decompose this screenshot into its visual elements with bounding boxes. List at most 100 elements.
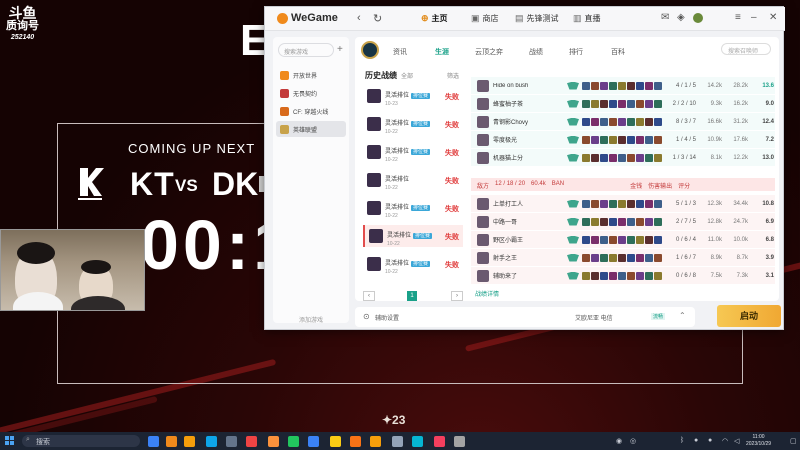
tab-rank[interactable]: 排行 [569,47,583,57]
avatar[interactable] [693,13,703,23]
player-row[interactable]: 机器猫上分 1 / 3 / 14 8.1k 12.2k 13.0 [471,149,775,166]
item-icon [609,217,617,226]
enemy-ban: BAN [551,181,565,187]
item-icon [609,253,617,262]
current-page[interactable]: 1 [407,291,417,301]
taskbar-app-icon[interactable] [166,436,177,447]
player-row[interactable]: 射手之王 1 / 6 / 7 8.9k 8.7k 3.9 [471,249,775,266]
player-row[interactable]: Hide on bush 4 / 1 / 5 14.2k 28.2k 13.6 [471,77,775,94]
history-row-mode: 灵活排位 [385,93,410,100]
sidebar-item-0[interactable]: 开放世界 [276,67,346,83]
player-row[interactable]: 中路一哥 2 / 7 / 5 12.8k 24.7k 6.9 [471,213,775,230]
match-detail-link[interactable]: 战绩详情 [475,289,499,298]
logo-line1: 斗鱼 [8,5,37,21]
player-row[interactable]: 零度极光 1 / 4 / 5 10.9k 17.6k 7.2 [471,131,775,148]
assist-icon[interactable]: ⊙ [363,312,370,321]
history-row-time: 10-22 [387,241,400,248]
tray-app-icon[interactable]: ● [708,437,712,444]
taskbar-clock[interactable]: 11:00 2023/10/29 [746,434,771,448]
taskbar-app-icon[interactable] [454,436,465,447]
wegame-brand[interactable]: WeGame [277,12,338,24]
player-row[interactable]: 青钢影Chovy 8 / 3 / 7 16.6k 31.2k 12.4 [471,113,775,130]
history-filter[interactable]: 筛选 [447,71,459,80]
prev-page-button[interactable]: ‹ [363,291,375,301]
launch-button[interactable]: 启动 [717,305,781,327]
server-select[interactable]: 艾欧尼亚 电信 [575,313,613,322]
nav-live[interactable]: ▥ 直播 [573,13,601,24]
tab-career[interactable]: 生涯 [435,47,449,57]
history-row[interactable]: 灵活排位 排位赛 10-23 失败 [363,85,463,107]
back-icon[interactable]: ‹ [357,12,361,24]
taskbar-app-icon[interactable] [288,436,299,447]
taskbar-app-icon[interactable] [330,436,341,447]
chevron-up-icon[interactable]: ⌃ [679,311,686,320]
sidebar-item-1[interactable]: 无畏契约 [276,85,346,101]
taskbar-app-icon[interactable] [350,436,361,447]
menu-icon[interactable]: ≡ [735,12,741,23]
windows-start-icon[interactable] [5,436,15,446]
history-row[interactable]: 灵活排位 排位赛 10-22 失败 [363,225,463,247]
add-game-link[interactable]: 添加游戏 [299,315,323,324]
item-icon [627,153,635,162]
taskbar-app-icon[interactable] [206,436,217,447]
settings-icon[interactable]: ◈ [677,12,685,23]
mail-icon[interactable]: ✉ [661,12,669,23]
tab-news[interactable]: 资讯 [393,47,407,57]
enemy-label: 敌方 [477,184,490,190]
player-kda: 4 / 1 / 5 [675,82,696,89]
shirt-left [13,292,63,310]
tray-app-icon[interactable]: ● [694,437,698,444]
player-row[interactable]: 上单打工人 5 / 1 / 3 12.3k 34.4k 10.8 [471,195,775,212]
col-damage-header: 伤害输出 [648,184,673,190]
history-mode[interactable]: 全部 [401,71,413,80]
taskbar-app-icon[interactable] [184,436,195,447]
player-kda: 0 / 6 / 8 [675,272,696,279]
player-row[interactable]: 辅助来了 0 / 6 / 8 7.5k 7.3k 3.1 [471,267,775,284]
sidebar-item-3[interactable]: 英雄联盟 [276,121,346,137]
item-icon [645,99,653,108]
tab-tft[interactable]: 云顶之弈 [475,47,503,57]
nav-test[interactable]: ▤ 先锋测试 [515,13,559,24]
sidebar-item-2[interactable]: CF: 穿越火线 [276,103,346,119]
item-icon [600,253,608,262]
taskbar-app-icon[interactable] [226,436,237,447]
tray-app-icon[interactable]: ◎ [630,437,636,445]
history-row-text: 灵活排位 排位赛 10-22 [385,112,431,135]
history-row[interactable]: 灵活排位 10-22 失败 [363,169,463,191]
refresh-icon[interactable]: ↻ [373,12,382,25]
taskbar-app-icon[interactable] [412,436,423,447]
summoner-search-input[interactable]: 搜索召唤师 [721,43,771,55]
assist-settings[interactable]: 辅助设置 [375,313,399,322]
player-row[interactable]: 野区小霸王 0 / 6 / 4 11.0k 10.0k 6.8 [471,231,775,248]
item-icon [645,271,653,280]
taskbar-app-icon[interactable] [148,436,159,447]
taskbar-app-icon[interactable] [434,436,445,447]
taskbar-search-input[interactable]: 搜索 [22,435,140,447]
item-icon [591,253,599,262]
player-row[interactable]: 蜂蜜柚子茶 2 / 2 / 10 9.3k 16.2k 9.0 [471,95,775,112]
nav-shop[interactable]: ▣ 商店 [471,13,499,24]
taskbar-app-icon[interactable] [308,436,319,447]
wifi-icon[interactable]: ◠ [722,437,728,445]
item-icon [645,135,653,144]
nav-home[interactable]: ⊕ 主页 [421,13,448,24]
add-icon[interactable]: + [337,44,343,55]
taskbar-app-icon[interactable] [246,436,257,447]
history-row[interactable]: 灵活排位 排位赛 10-22 失败 [363,197,463,219]
tray-app-icon[interactable]: ◉ [616,437,622,445]
minimize-icon[interactable]: – [751,12,757,23]
close-icon[interactable]: ✕ [769,12,777,23]
volume-icon[interactable]: ◁ [734,437,739,445]
taskbar-app-icon[interactable] [268,436,279,447]
history-row[interactable]: 灵活排位 排位赛 10-22 失败 [363,253,463,275]
history-row[interactable]: 灵活排位 排位赛 10-22 失败 [363,113,463,135]
tab-record[interactable]: 战绩 [529,47,543,57]
sidebar-search-input[interactable]: 搜索游戏 [278,43,334,57]
tray-bluetooth-icon[interactable]: ᛒ [680,437,684,444]
tab-wiki[interactable]: 百科 [611,47,625,57]
notification-icon[interactable]: ▢ [790,437,797,445]
taskbar-app-icon[interactable] [370,436,381,447]
history-row[interactable]: 灵活排位 排位赛 10-22 失败 [363,141,463,163]
taskbar-app-icon[interactable] [392,436,403,447]
next-page-button[interactable]: › [451,291,463,301]
